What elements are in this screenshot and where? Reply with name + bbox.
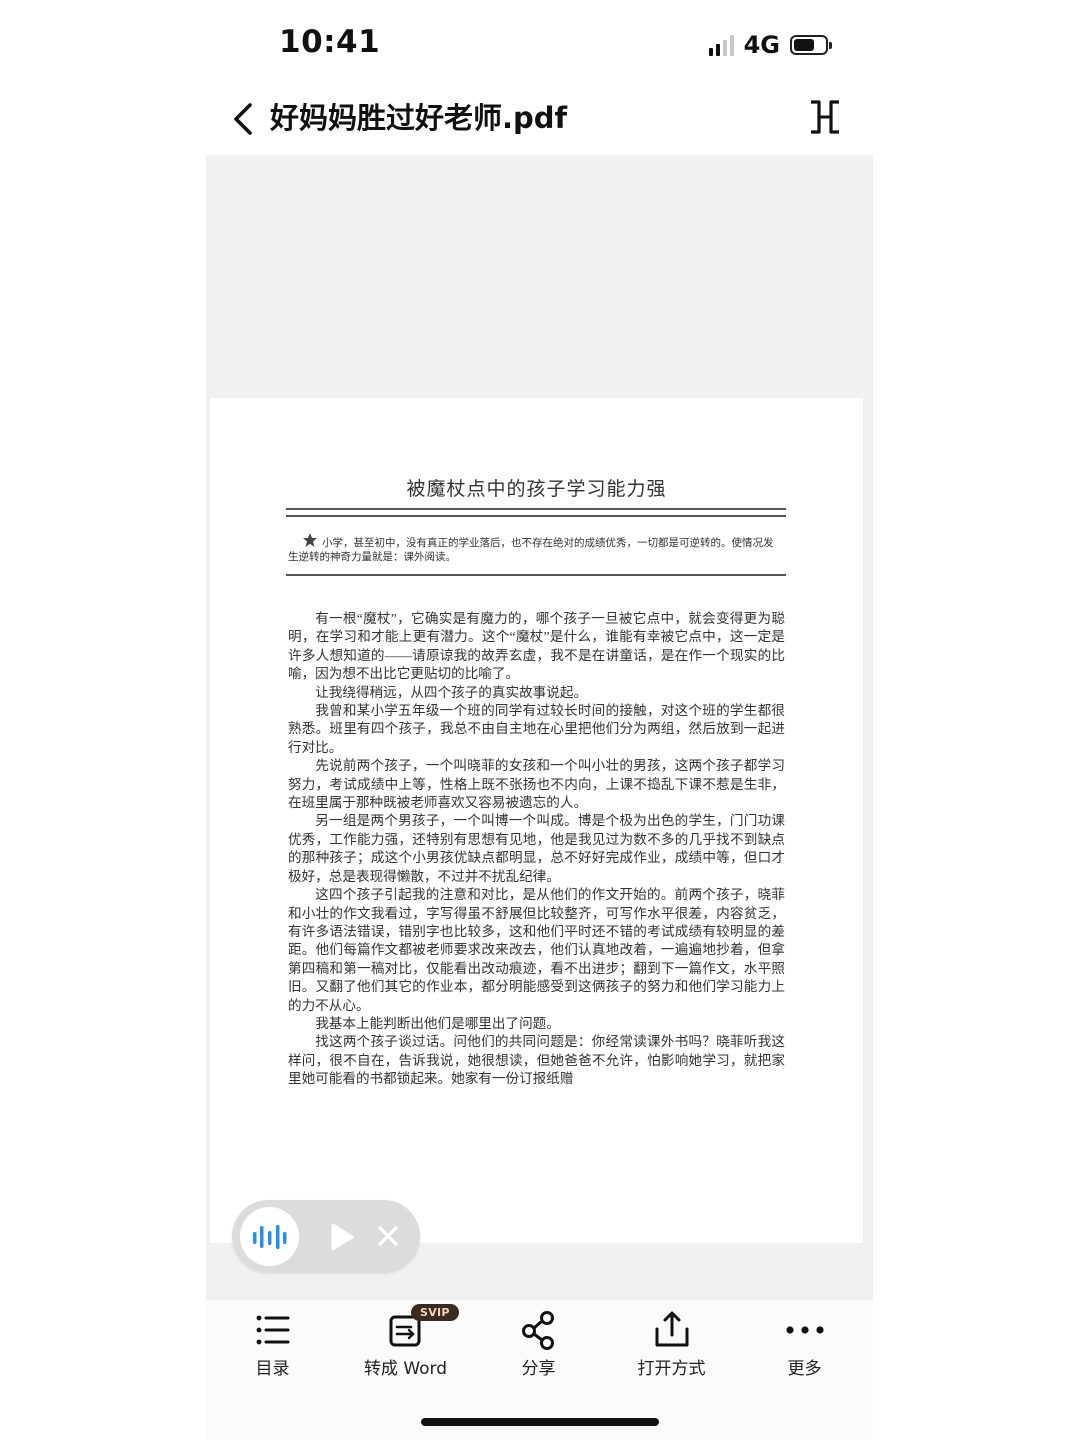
paragraph: 找这两个孩子谈过话。问他们的共同问题是：你经常读课外书吗？晓菲听我这样问，很不自… bbox=[288, 1034, 785, 1087]
status-indicators: 4G bbox=[708, 30, 832, 60]
paragraph: 让我绕得稍远，从四个孩子的真实故事说起。 bbox=[315, 684, 588, 700]
open-with-icon bbox=[655, 1311, 688, 1347]
signal-icon bbox=[708, 34, 734, 56]
toolbar-label: 转成 Word bbox=[363, 1359, 448, 1379]
toolbar-item-toc[interactable]: 目录 bbox=[206, 1300, 339, 1400]
chapter-intro: 小学，甚至初中，没有真正的学业落后，也不存在绝对的成绩优秀，一切都是可逆转的。使… bbox=[288, 538, 774, 563]
network-type: 4G bbox=[743, 31, 780, 59]
document-title: 好妈妈胜过好老师.pdf bbox=[270, 101, 568, 135]
paragraph: 有一根“魔杖”，它确实是有魔力的，哪个孩子一旦被它点中，就会变得更为聪明，在学习… bbox=[288, 611, 785, 682]
tts-player bbox=[232, 1200, 420, 1273]
close-icon[interactable] bbox=[376, 1224, 400, 1248]
chapter-heading: 被魔杖点中的孩子学习能力强 bbox=[406, 478, 667, 500]
toolbar-label: 分享 bbox=[521, 1359, 556, 1379]
fullscreen-icon[interactable] bbox=[807, 99, 843, 135]
paragraph: 另一组是两个男孩子，一个叫博一个叫成。博是个极为出色的学生，门门功课优秀，工作能… bbox=[288, 813, 785, 884]
divider bbox=[286, 574, 786, 576]
paragraph: 我基本上能判断出他们是哪里出了问题。 bbox=[315, 1015, 560, 1031]
play-icon[interactable] bbox=[329, 1222, 355, 1252]
pdf-viewer[interactable]: 被魔杖点中的孩子学习能力强 小学，甚至初中，没有真正的学业落后，也不存在绝对的成… bbox=[206, 155, 873, 1300]
list-icon bbox=[256, 1315, 289, 1345]
toolbar-item-more[interactable]: 更多 bbox=[738, 1300, 871, 1400]
toolbar-label: 更多 bbox=[787, 1359, 822, 1379]
toolbar-item-convert-word[interactable]: SVIP 转成 Word bbox=[339, 1300, 472, 1400]
divider bbox=[286, 508, 786, 510]
paragraph: 我曾和某小学五年级一个班的同学有过较长时间的接触，对这个班的学生都很熟悉。班里有… bbox=[288, 703, 785, 755]
toolbar-item-share[interactable]: 分享 bbox=[472, 1300, 605, 1400]
paragraph: 先说前两个孩子，一个叫晓菲的女孩和一个叫小壮的男孩，这两个孩子都学习努力，考试成… bbox=[288, 758, 785, 811]
divider bbox=[286, 515, 786, 517]
battery-icon bbox=[790, 35, 832, 55]
more-icon bbox=[785, 1326, 824, 1334]
tts-audio-button[interactable] bbox=[240, 1207, 299, 1266]
svip-badge: SVIP bbox=[411, 1304, 459, 1321]
paragraph: 这四个孩子引起我的注意和对比，是从他们的作文开始的。前两个孩子，晓菲和小壮的作文… bbox=[288, 887, 785, 1013]
status-time: 10:41 bbox=[279, 24, 381, 60]
toolbar-label: 目录 bbox=[255, 1359, 290, 1379]
header-bar: 好妈妈胜过好老师.pdf bbox=[206, 85, 873, 155]
sound-wave-icon bbox=[252, 1224, 286, 1249]
home-indicator bbox=[421, 1418, 659, 1426]
back-arrow-icon[interactable] bbox=[228, 101, 258, 137]
toolbar-label: 打开方式 bbox=[637, 1359, 706, 1379]
pdf-page: 被魔杖点中的孩子学习能力强 小学，甚至初中，没有真正的学业落后，也不存在绝对的成… bbox=[210, 398, 863, 1243]
toolbar-item-open-with[interactable]: 打开方式 bbox=[605, 1300, 738, 1400]
share-icon bbox=[521, 1311, 554, 1350]
page-body-text: 有一根“魔杖”，它确实是有魔力的，哪个孩子一旦被它点中，就会变得更为聪明，在学习… bbox=[288, 610, 785, 1165]
